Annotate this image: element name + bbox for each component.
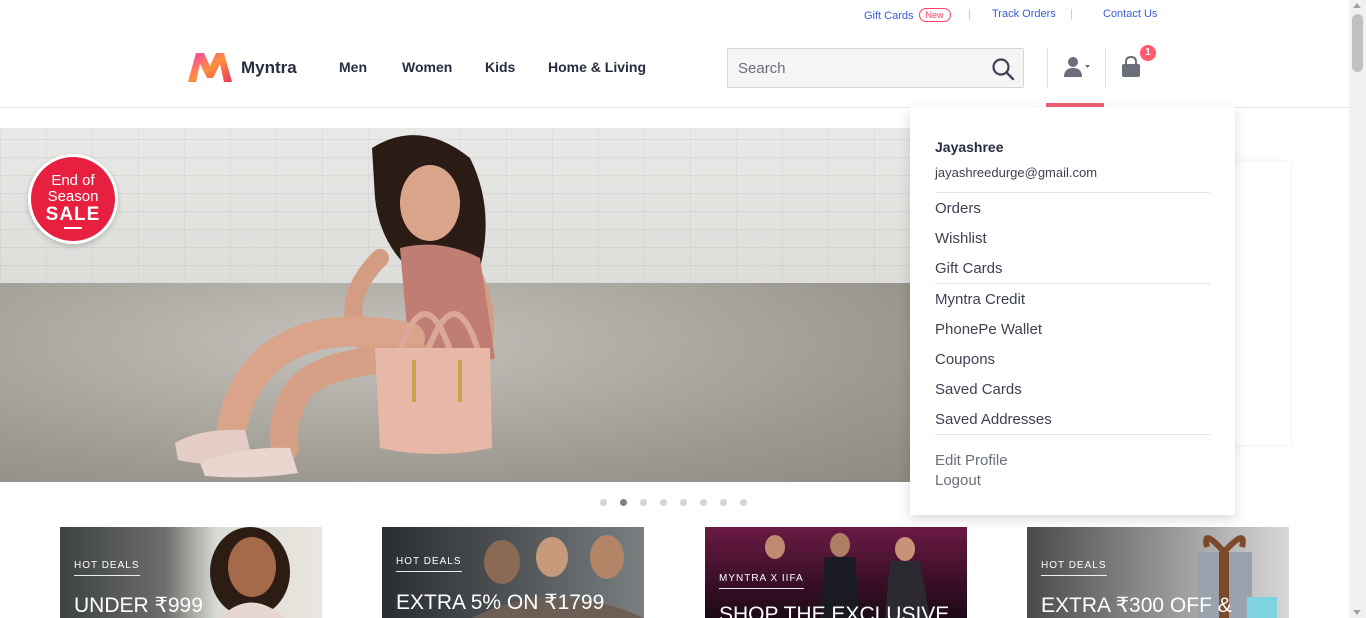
user-name: Jayashree <box>935 139 1004 155</box>
badge-underline <box>64 227 82 229</box>
site-header: Myntra Men Women Kids Home & Living 1 <box>0 28 1349 108</box>
carousel-dot-active[interactable] <box>620 499 627 506</box>
deal-headline: EXTRA ₹300 OFF & <box>1041 594 1232 617</box>
deal-card[interactable]: HOT DEALS UNDER ₹999 <box>60 527 322 618</box>
carousel-dot[interactable] <box>640 499 647 506</box>
menu-item-gift-cards[interactable]: Gift Cards <box>935 260 1003 277</box>
badge-line-2: Season <box>47 188 99 205</box>
carousel-dot[interactable] <box>600 499 607 506</box>
separator: | <box>968 8 971 20</box>
hero-image <box>0 128 910 482</box>
model-with-handbag-image <box>175 135 495 478</box>
carousel-dot[interactable] <box>720 499 727 506</box>
scrollbar-thumb[interactable] <box>1352 14 1363 72</box>
contact-us-link[interactable]: Contact Us <box>1103 8 1157 20</box>
deal-tag: MYNTRA X IIFA <box>719 573 804 589</box>
search-icon[interactable] <box>991 57 1015 81</box>
carousel-dot[interactable] <box>700 499 707 506</box>
menu-item-coupons[interactable]: Coupons <box>935 351 995 368</box>
menu-item-edit-profile[interactable]: Edit Profile <box>935 452 1008 469</box>
new-badge: New <box>918 8 951 22</box>
bag-count-badge: 1 <box>1140 45 1156 61</box>
deal-headline: EXTRA 5% ON ₹1799 <box>396 591 605 614</box>
myntra-logo-icon[interactable] <box>186 50 234 84</box>
menu-item-saved-addresses[interactable]: Saved Addresses <box>935 411 1052 428</box>
carousel-dot[interactable] <box>660 499 667 506</box>
deal-tag: HOT DEALS <box>74 560 140 576</box>
deal-image <box>210 527 290 618</box>
menu-item-myntra-credit[interactable]: Myntra Credit <box>935 291 1025 308</box>
user-icon <box>1064 57 1090 77</box>
nav-men[interactable]: Men <box>339 59 367 75</box>
utility-bar: Gift Cards New | Track Orders | Contact U… <box>0 0 1349 28</box>
menu-divider <box>935 192 1210 193</box>
menu-divider <box>935 434 1210 435</box>
deal-card[interactable]: HOT DEALS EXTRA ₹300 OFF & <box>1027 527 1289 618</box>
profile-dropdown: Jayashree jayashreedurge@gmail.com Order… <box>910 107 1235 515</box>
bag-icon[interactable] <box>1120 56 1142 78</box>
deal-card[interactable]: HOT DEALS EXTRA 5% ON ₹1799 <box>382 527 644 618</box>
end-of-season-sale-badge: End of Season SALE <box>28 154 118 244</box>
separator: | <box>1070 8 1073 20</box>
deal-headline: SHOP THE EXCLUSIVE <box>719 603 950 618</box>
menu-item-phonepe-wallet[interactable]: PhonePe Wallet <box>935 321 1042 338</box>
page-scrollbar[interactable] <box>1349 0 1366 618</box>
deal-tag: HOT DEALS <box>396 556 462 572</box>
nav-women[interactable]: Women <box>402 59 452 75</box>
menu-item-logout[interactable]: Logout <box>935 472 981 489</box>
carousel-dot[interactable] <box>740 499 747 506</box>
track-orders-link[interactable]: Track Orders <box>992 8 1056 20</box>
deal-tag: HOT DEALS <box>1041 560 1107 576</box>
deal-card[interactable]: MYNTRA X IIFA SHOP THE EXCLUSIVE <box>705 527 967 618</box>
carousel-dot[interactable] <box>680 499 687 506</box>
badge-line-1: End of <box>51 172 95 189</box>
badge-line-3: SALE <box>45 204 101 225</box>
nav-home-living[interactable]: Home & Living <box>548 59 646 75</box>
nav-kids[interactable]: Kids <box>485 59 515 75</box>
menu-item-saved-cards[interactable]: Saved Cards <box>935 381 1022 398</box>
gift-cards-label: Gift Cards <box>864 10 914 22</box>
gift-cards-link[interactable]: Gift Cards New <box>864 8 951 22</box>
deal-headline: UNDER ₹999 <box>74 594 203 617</box>
brand-name[interactable]: Myntra <box>241 58 297 78</box>
menu-item-wishlist[interactable]: Wishlist <box>935 230 987 247</box>
header-divider <box>1105 48 1106 88</box>
search-input[interactable] <box>728 49 983 87</box>
profile-button[interactable] <box>1046 28 1104 107</box>
search-box <box>727 48 1024 88</box>
scroll-up-arrow-icon[interactable] <box>1353 3 1361 8</box>
user-email: jayashreedurge@gmail.com <box>935 165 1098 180</box>
menu-divider <box>935 283 1210 284</box>
menu-item-orders[interactable]: Orders <box>935 200 981 217</box>
scroll-down-arrow-icon[interactable] <box>1353 610 1361 615</box>
